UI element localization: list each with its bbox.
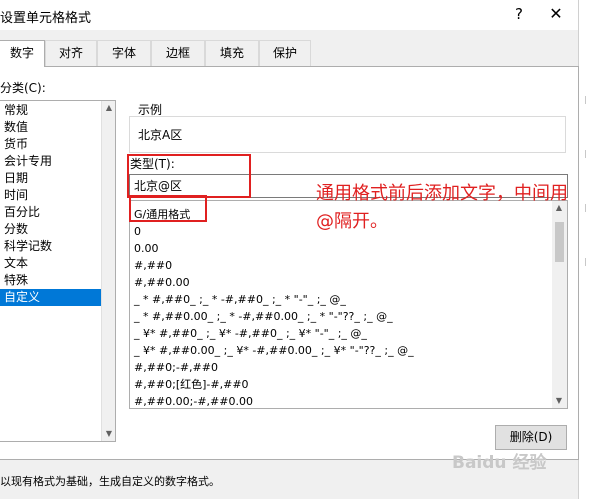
sample-value: 北京A区	[138, 128, 183, 142]
category-item[interactable]: 百分比	[0, 204, 102, 221]
tab-protection[interactable]: 保护	[259, 40, 311, 66]
scroll-down-arrow-icon[interactable]: ▼	[102, 427, 116, 441]
format-item[interactable]: _ ¥* #,##0.00_ ;_ ¥* -#,##0.00_ ;_ ¥* "-…	[134, 342, 414, 359]
format-item[interactable]: 0	[134, 223, 141, 240]
annotation-text: 通用格式前后添加文字，中间用@隔开。	[316, 183, 568, 232]
format-item[interactable]: #,##0;-#,##0	[134, 359, 218, 376]
category-item[interactable]: 数值	[0, 119, 102, 136]
format-item[interactable]: _ * #,##0_ ;_ * -#,##0_ ;_ * "-"_ ;_ @_	[134, 291, 346, 308]
window-title: 设置单元格格式	[0, 11, 92, 26]
category-scrollbar[interactable]: ▲ ▼	[101, 101, 115, 441]
category-item[interactable]: 特殊	[0, 272, 102, 289]
format-item[interactable]: #,##0;[红色]-#,##0	[134, 376, 249, 393]
category-item[interactable]: 分数	[0, 221, 102, 238]
tab-alignment[interactable]: 对齐	[45, 40, 97, 66]
format-item[interactable]: #,##0	[134, 257, 172, 274]
category-label: 分类(C):	[0, 81, 46, 95]
tab-border[interactable]: 边框	[151, 40, 205, 66]
sample-box	[129, 116, 566, 153]
format-item[interactable]: #,##0.00	[134, 274, 190, 291]
highlight-type-box	[127, 154, 251, 198]
format-item[interactable]: _ * #,##0.00_ ;_ * -#,##0.00_ ;_ * "-"??…	[134, 308, 393, 325]
category-item[interactable]: 时间	[0, 187, 102, 204]
close-button[interactable]: ✕	[544, 3, 568, 25]
watermark-text: Baidu 经验	[452, 453, 547, 473]
category-item[interactable]: 科学记数	[0, 238, 102, 255]
format-item[interactable]: 0.00	[134, 240, 159, 257]
category-item[interactable]: 会计专用	[0, 153, 102, 170]
format-item[interactable]: #,##0.00;-#,##0.00	[134, 393, 253, 410]
delete-button[interactable]: 删除(D)	[495, 425, 567, 450]
category-list[interactable]: 常规 数值 货币 会计专用 日期 时间 百分比 分数 科学记数 文本 特殊 自定…	[0, 100, 116, 442]
category-item[interactable]: 货币	[0, 136, 102, 153]
tab-fill[interactable]: 填充	[205, 40, 259, 66]
background-sheet-edge	[578, 0, 590, 499]
tab-number[interactable]: 数字	[0, 40, 45, 67]
highlight-general-format	[129, 195, 207, 222]
category-item-selected[interactable]: 自定义	[0, 289, 102, 306]
category-item[interactable]: 日期	[0, 170, 102, 187]
category-item[interactable]: 文本	[0, 255, 102, 272]
title-bar: 设置单元格格式 ? ✕	[0, 0, 590, 30]
tab-font[interactable]: 字体	[97, 40, 151, 66]
footer-hint: 以现有格式为基础，生成自定义的数字格式。	[0, 475, 220, 488]
scroll-down-arrow-icon[interactable]: ▼	[552, 394, 566, 408]
category-item[interactable]: 常规	[0, 102, 102, 119]
scroll-up-arrow-icon[interactable]: ▲	[102, 101, 116, 115]
format-item[interactable]: _ ¥* #,##0_ ;_ ¥* -#,##0_ ;_ ¥* "-"_ ;_ …	[134, 325, 367, 342]
help-button[interactable]: ?	[508, 3, 530, 25]
